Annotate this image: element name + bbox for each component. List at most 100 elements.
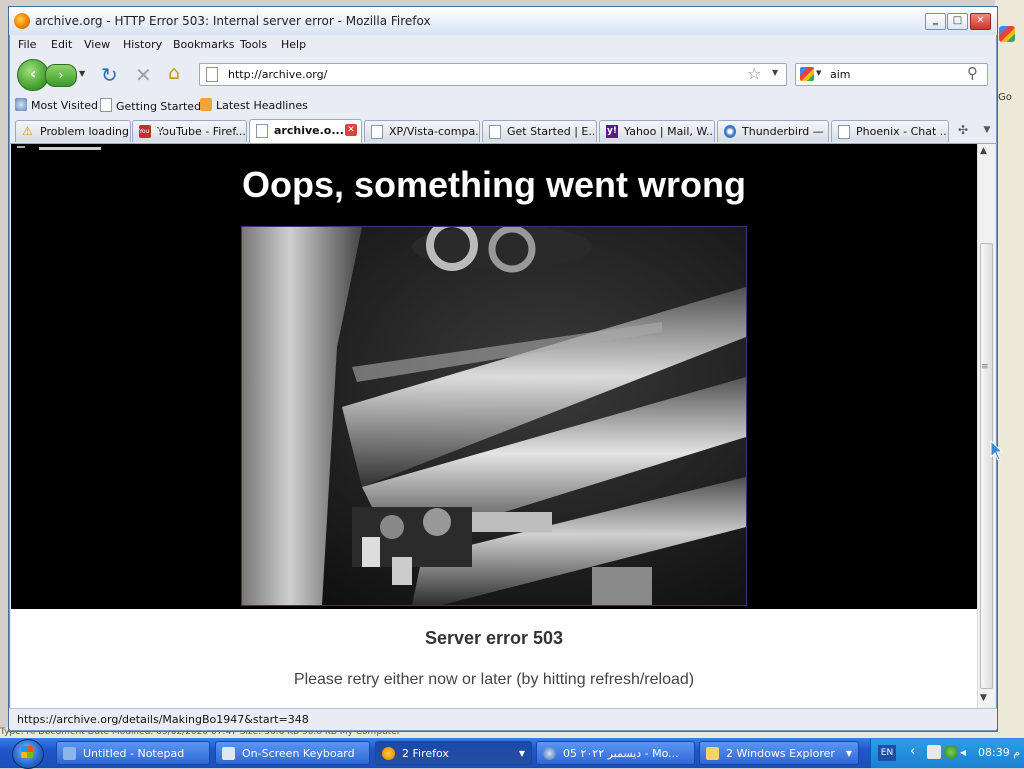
page-icon	[489, 125, 501, 139]
status-bar: https://archive.org/details/MakingBo1947…	[9, 708, 997, 729]
window-title: archive.org - HTTP Error 503: Internal s…	[35, 14, 431, 28]
bookmark-label: Latest Headlines	[216, 99, 308, 112]
url-bar[interactable]: http://archive.org/ ☆ ▼	[199, 63, 787, 86]
url-dropdown-icon[interactable]: ▼	[772, 68, 778, 77]
task-label: 2 Windows Explorer	[726, 747, 835, 760]
search-bar[interactable]: ▼ aim ⚲	[795, 63, 988, 86]
google-icon[interactable]	[800, 67, 814, 81]
maximize-button[interactable]: □	[947, 13, 968, 30]
page-icon	[371, 125, 383, 139]
page-heading: Oops, something went wrong	[242, 164, 746, 205]
task-label: On-Screen Keyboard	[242, 747, 355, 760]
tab-label: Get Started | E...	[507, 125, 597, 138]
page-icon	[838, 125, 850, 139]
history-dropdown-icon[interactable]: ▼	[79, 69, 85, 78]
background-window	[995, 0, 1024, 740]
menu-view[interactable]: View	[84, 38, 110, 51]
search-icon[interactable]: ⚲	[967, 64, 978, 82]
firefox-icon	[382, 747, 395, 760]
volume-icon[interactable]: ◂	[960, 745, 966, 759]
bookmark-label: Most Visited	[31, 99, 98, 112]
menu-edit[interactable]: Edit	[51, 38, 72, 51]
bookmark-getting-started[interactable]: Getting Started	[100, 98, 201, 113]
rss-icon	[200, 98, 212, 111]
task-dropdown-icon: ▼	[845, 749, 852, 758]
folder-icon	[706, 747, 719, 760]
error-message: Please retry either now or later (by hit…	[293, 671, 695, 688]
page-content: Oops, something went wrong Server error …	[11, 144, 977, 708]
home-icon[interactable]: ⌂	[168, 62, 180, 84]
bookmark-label: Getting Started	[116, 100, 202, 113]
scroll-up-icon[interactable]: ▲	[980, 146, 987, 156]
status-text: https://archive.org/details/MakingBo1947…	[17, 713, 309, 726]
tab-close-icon[interactable]: ✕	[345, 124, 357, 136]
task-document[interactable]: 05 ۲۰۲۲ دیسمبر - Mo...	[536, 741, 695, 765]
menu-bookmarks[interactable]: Bookmarks	[173, 38, 234, 51]
tab-youtube[interactable]: You Tube YouTube - Firef...	[132, 120, 247, 142]
minimize-button[interactable]: ‗	[925, 13, 946, 30]
close-button[interactable]: ✕	[970, 13, 991, 30]
tab-problem-loading[interactable]: ⚠ Problem loading...	[15, 120, 131, 142]
forward-button[interactable]: ›	[45, 64, 77, 87]
task-label: 2 Firefox	[402, 747, 449, 760]
task-notepad[interactable]: Untitled - Notepad	[56, 741, 210, 765]
tab-label: Thunderbird — ...	[742, 125, 829, 138]
tab-label: Phoenix - Chat ...	[856, 125, 949, 138]
divider	[39, 147, 101, 150]
tab-thunderbird[interactable]: Thunderbird — ...	[717, 120, 829, 142]
reload-icon[interactable]: ↻	[101, 63, 118, 87]
tab-get-started[interactable]: Get Started | E...	[482, 120, 597, 142]
error-title: Server error 503	[424, 628, 564, 648]
background-go-label: Go	[998, 92, 1012, 103]
bookmark-latest-headlines[interactable]: Latest Headlines	[200, 98, 308, 112]
tab-label: YouTube - Firef...	[157, 125, 246, 138]
scroll-down-icon[interactable]: ▼	[980, 693, 987, 703]
menu-bar: File Edit View History Bookmarks Tools H…	[9, 35, 997, 55]
divider	[17, 146, 25, 148]
bookmark-most-visited[interactable]: Most Visited	[15, 98, 98, 112]
tab-yahoo[interactable]: y! Yahoo | Mail, W...	[599, 120, 715, 142]
task-on-screen-keyboard[interactable]: On-Screen Keyboard	[215, 741, 370, 765]
tab-label: Yahoo | Mail, W...	[624, 125, 715, 138]
task-windows-explorer[interactable]: 2 Windows Explorer ▼	[699, 741, 859, 765]
tab-xp-vista[interactable]: XP/Vista-compa...	[364, 120, 480, 142]
tray-expand-icon[interactable]: ‹	[910, 744, 915, 759]
youtube-icon: You Tube	[139, 125, 165, 138]
firefox-window: archive.org - HTTP Error 503: Internal s…	[8, 6, 998, 732]
machine-photo	[242, 227, 746, 605]
video-panel: Oops, something went wrong	[11, 144, 977, 609]
windows-logo-icon	[21, 746, 33, 758]
task-label: 05 ۲۰۲۲ دیسمبر - Mo...	[563, 747, 679, 760]
task-firefox[interactable]: 2 Firefox ▼	[375, 741, 532, 765]
menu-file[interactable]: File	[18, 38, 36, 51]
background-google-icon	[999, 26, 1015, 42]
task-label: Untitled - Notepad	[83, 747, 185, 760]
menu-history[interactable]: History	[123, 38, 162, 51]
yahoo-icon: y!	[606, 125, 618, 138]
network-icon[interactable]	[944, 745, 958, 759]
menu-help[interactable]: Help	[281, 38, 306, 51]
vertical-scrollbar[interactable]: ▲ ≡ ▼	[977, 144, 995, 708]
clock[interactable]: 08:39 م	[978, 746, 1020, 759]
tray-app-icon[interactable]	[927, 745, 941, 759]
scroll-thumb[interactable]	[980, 243, 993, 689]
tab-label: XP/Vista-compa...	[389, 125, 480, 138]
language-indicator[interactable]: EN	[878, 745, 896, 761]
tab-list-dropdown-icon[interactable]: ▼	[979, 120, 995, 141]
tab-archive[interactable]: archive.o... ✕	[249, 119, 362, 143]
url-text[interactable]: http://archive.org/	[228, 68, 327, 81]
new-tab-icon[interactable]: ✣	[953, 120, 973, 141]
bookmark-star-icon[interactable]: ☆	[747, 64, 761, 83]
title-bar[interactable]: archive.org - HTTP Error 503: Internal s…	[9, 7, 997, 35]
engine-dropdown-icon[interactable]: ▼	[816, 69, 821, 77]
menu-tools[interactable]: Tools	[240, 38, 267, 51]
tab-phoenix[interactable]: Phoenix - Chat ...	[831, 120, 949, 142]
most-visited-icon	[15, 98, 27, 111]
error-photo	[241, 226, 747, 606]
notepad-icon	[63, 747, 76, 760]
stop-icon[interactable]: ✕	[135, 63, 152, 87]
search-input[interactable]: aim	[830, 68, 851, 81]
page-icon	[100, 98, 112, 112]
warning-icon: ⚠	[22, 124, 33, 138]
tab-label: Problem loading...	[40, 125, 131, 138]
